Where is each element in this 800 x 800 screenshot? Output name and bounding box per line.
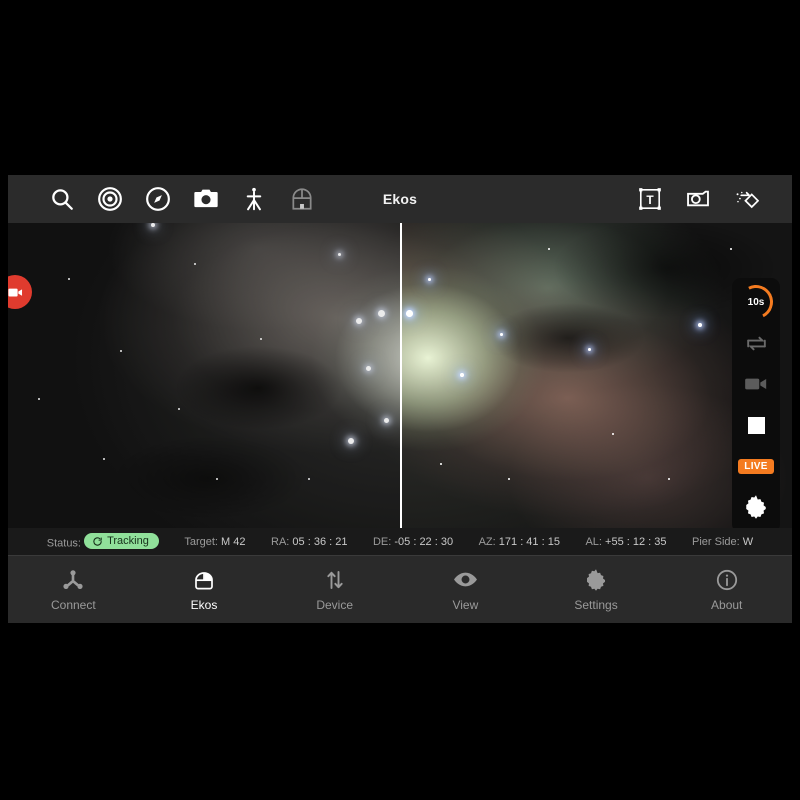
ra-value: 05 : 36 : 21: [292, 535, 348, 548]
eye-icon: [453, 572, 477, 587]
toolbar-right-group: T: [626, 175, 770, 223]
tripod-icon[interactable]: [230, 175, 278, 223]
transfer-icon: [327, 570, 343, 589]
exposure-timer-button[interactable]: 10s: [734, 280, 778, 324]
target-value: M 42: [221, 535, 246, 548]
live-button[interactable]: LIVE: [737, 451, 775, 481]
al-value: +55 : 12 : 35: [605, 535, 667, 548]
az-value: 171 : 41 : 15: [498, 535, 560, 548]
toolbar-left-group: [8, 175, 326, 223]
svg-text:T: T: [646, 193, 654, 207]
status-badge: Tracking: [84, 533, 159, 550]
nav-label-ekos: Ekos: [190, 597, 218, 612]
sky-image-before: [8, 223, 400, 528]
observatory-dome-icon: [195, 571, 213, 589]
pier-side-value: W: [742, 535, 754, 548]
compare-divider: [400, 223, 402, 528]
bottom-navigation: Connect Ekos Device View Settings About: [8, 555, 792, 623]
nav-item-connect[interactable]: Connect: [8, 568, 139, 612]
nav-label-device: Device: [316, 597, 354, 612]
nav-item-device[interactable]: Device: [269, 568, 400, 612]
pier-side-field: Pier Side: W: [692, 536, 753, 548]
nav-item-about[interactable]: About: [661, 568, 792, 612]
stop-button[interactable]: [737, 410, 775, 440]
target-icon[interactable]: [86, 175, 134, 223]
nav-label-view: View: [452, 598, 479, 612]
nav-label-settings: Settings: [574, 597, 618, 612]
stop-square-icon: [747, 416, 765, 434]
connect-icon: [63, 569, 83, 589]
top-toolbar: Ekos T: [8, 175, 792, 223]
ra-label: RA:: [271, 535, 290, 548]
target-label: Target:: [184, 535, 218, 548]
observatory-icon[interactable]: [278, 175, 326, 223]
de-value: -05 : 22 : 30: [394, 535, 454, 548]
image-viewport[interactable]: 10s LIVE: [8, 223, 792, 528]
video-button[interactable]: [737, 369, 775, 399]
ekos-app-window: Ekos T 10s LIVE Status: Tracking Target:…: [8, 175, 792, 623]
snapshot-icon[interactable]: [674, 175, 722, 223]
loop-button[interactable]: [737, 328, 775, 358]
status-badge-label: Tracking: [107, 535, 149, 548]
nav-item-settings[interactable]: Settings: [531, 568, 662, 612]
target-field: Target: M 42: [184, 536, 245, 548]
timer-label: 10s: [747, 296, 765, 308]
nav-label-connect: Connect: [50, 597, 96, 612]
info-icon: [716, 569, 737, 590]
capture-side-panel: 10s LIVE: [732, 278, 780, 528]
az-label: AZ:: [478, 535, 496, 548]
de-field: DE: -05 : 22 : 30: [373, 536, 453, 548]
search-icon[interactable]: [38, 175, 86, 223]
status-label: Status:: [46, 537, 81, 550]
pier-side-label: Pier Side:: [692, 535, 740, 548]
magic-wand-icon[interactable]: [722, 175, 770, 223]
status-field: Status: Tracking: [47, 533, 159, 550]
nav-item-ekos[interactable]: Ekos: [139, 568, 270, 612]
status-bar: Status: Tracking Target: M 42 RA: 05 : 3…: [8, 528, 792, 555]
al-label: AL:: [585, 535, 602, 548]
compass-icon[interactable]: [134, 175, 182, 223]
text-overlay-icon[interactable]: T: [626, 175, 674, 223]
nav-label-about: About: [711, 597, 743, 612]
camera-icon[interactable]: [182, 175, 230, 223]
az-field: AZ: 171 : 41 : 15: [479, 536, 560, 548]
refresh-icon: [93, 537, 102, 546]
gear-icon: [587, 568, 606, 591]
ra-field: RA: 05 : 36 : 21: [271, 536, 347, 548]
live-label: LIVE: [738, 458, 774, 474]
panel-settings-button[interactable]: [737, 492, 775, 522]
al-field: AL: +55 : 12 : 35: [585, 536, 666, 548]
de-label: DE:: [372, 535, 392, 548]
nav-item-view[interactable]: View: [400, 567, 531, 612]
